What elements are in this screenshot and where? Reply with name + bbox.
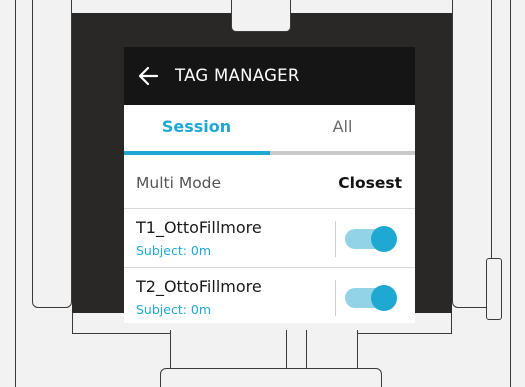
tag-name: T2_OttoFillmore: [136, 277, 262, 296]
page-title: TAG MANAGER: [175, 66, 300, 85]
arrow-left-icon[interactable]: [137, 64, 161, 88]
device-illustration: TAG MANAGER Session All Multi Mode Close…: [0, 0, 525, 387]
row-separator: [335, 280, 336, 316]
device-left-grip: [32, 0, 72, 308]
tag-row[interactable]: T1_OttoFillmore Subject: 0m: [124, 209, 415, 267]
tab-all[interactable]: All: [270, 105, 415, 151]
tag-name: T1_OttoFillmore: [136, 218, 262, 237]
device-screen: TAG MANAGER Session All Multi Mode Close…: [124, 47, 415, 323]
tag-enable-toggle[interactable]: [345, 226, 397, 252]
multi-mode-value: Closest: [338, 174, 402, 192]
device-top-tab: [231, 0, 291, 32]
row-separator: [335, 221, 336, 257]
tag-subject-distance: Subject: 0m: [136, 243, 212, 258]
toggle-knob: [371, 226, 397, 252]
toggle-knob: [371, 285, 397, 311]
device-bottom-bracket: [160, 368, 382, 387]
tab-active-indicator: [124, 151, 270, 155]
tab-bar: Session All: [124, 105, 415, 155]
tag-row[interactable]: T2_OttoFillmore Subject: 0m: [124, 268, 415, 323]
multi-mode-row[interactable]: Multi Mode Closest: [124, 159, 415, 207]
tag-enable-toggle[interactable]: [345, 285, 397, 311]
device-base-mount: [170, 330, 358, 370]
title-bar: TAG MANAGER: [124, 47, 415, 105]
tab-session[interactable]: Session: [124, 105, 269, 151]
multi-mode-label: Multi Mode: [136, 174, 222, 192]
device-right-clip: [486, 258, 502, 320]
tag-subject-distance: Subject: 0m: [136, 302, 212, 317]
